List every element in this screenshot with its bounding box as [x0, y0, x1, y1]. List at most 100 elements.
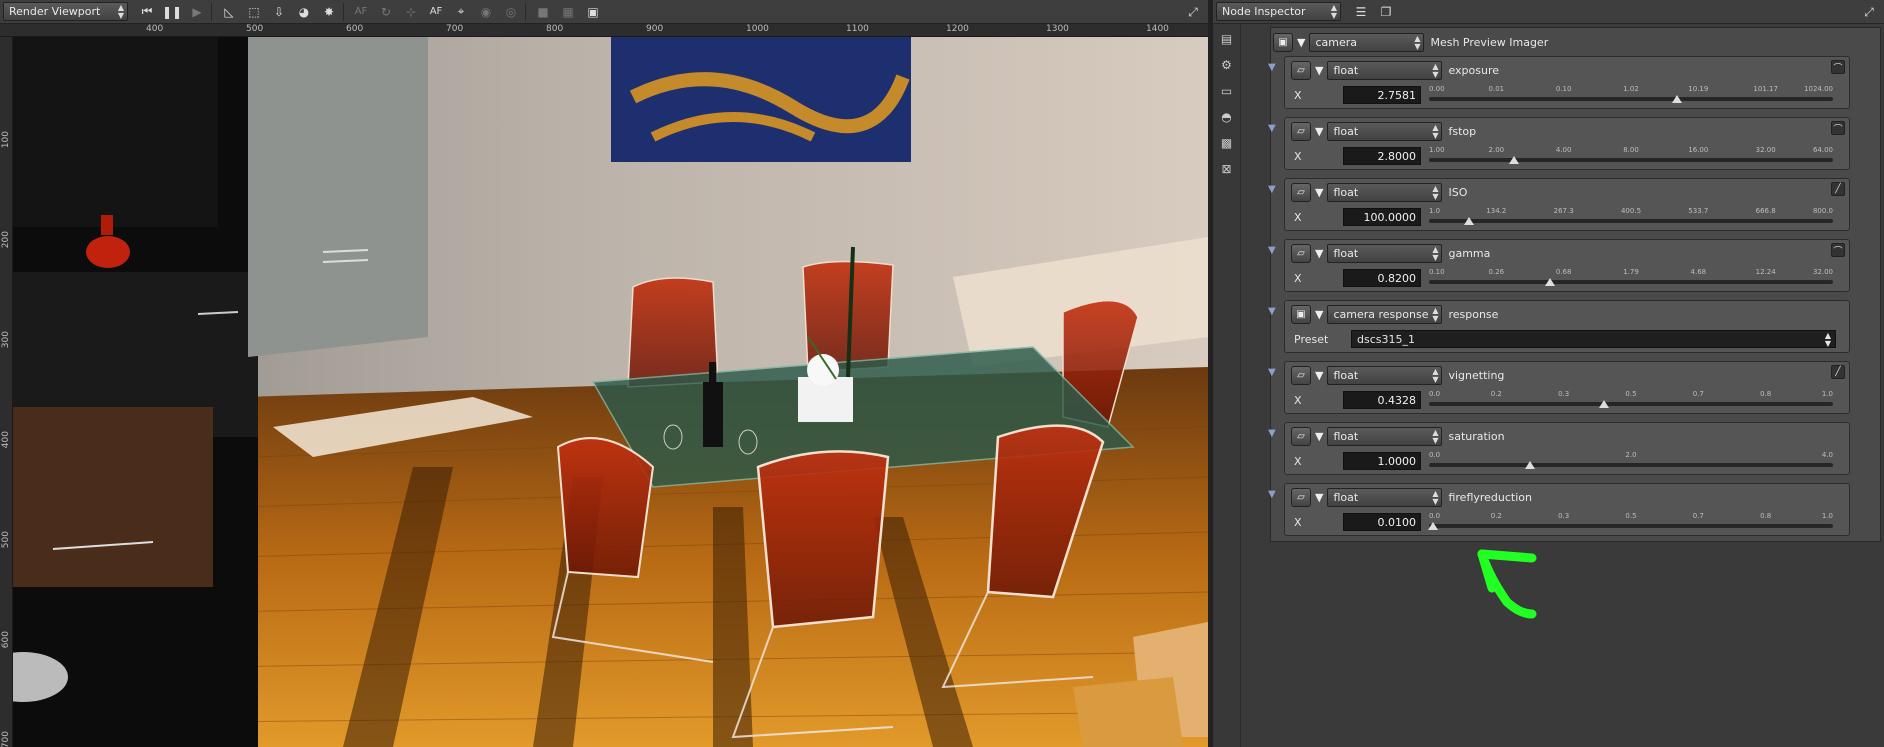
curve-mode-icon[interactable]: ⌒: [1831, 243, 1845, 257]
image-node-icon[interactable]: ▣: [1273, 32, 1293, 52]
inspector-select[interactable]: Node Inspector ▲ ▼: [1216, 2, 1341, 21]
slider-track[interactable]: [1429, 158, 1833, 162]
restart-render-icon[interactable]: ⏮: [136, 2, 158, 22]
background-gray-icon[interactable]: ■: [532, 2, 554, 22]
camera-icon[interactable]: ⌖: [450, 2, 472, 22]
float-node-icon[interactable]: ▱: [1291, 183, 1311, 202]
collapse-all-icon[interactable]: ☰: [1350, 2, 1372, 22]
node-pick-icon[interactable]: ⊹: [400, 2, 422, 22]
float-node-icon[interactable]: ▱: [1291, 427, 1311, 446]
slider-track[interactable]: [1429, 97, 1833, 101]
node-type-select[interactable]: float ▲ ▼: [1327, 488, 1443, 507]
viewport-select[interactable]: Render Viewport ▲ ▼: [3, 2, 128, 21]
image-node-icon[interactable]: ▣: [1291, 305, 1311, 324]
slider-track[interactable]: [1429, 463, 1833, 467]
value-slider[interactable]: 0.10 0.26 0.68 1.79 4.68 12.24 32.00: [1429, 268, 1833, 288]
float-node-icon[interactable]: ▱: [1291, 488, 1311, 507]
fullscreen-icon[interactable]: ⤢: [1858, 2, 1880, 22]
expand-node-arrow-icon[interactable]: ▼: [1268, 184, 1276, 195]
value-field[interactable]: [1343, 391, 1421, 409]
auto-focus-dim-button[interactable]: AF: [350, 2, 372, 22]
expand-node-arrow-icon[interactable]: ▼: [1268, 428, 1276, 439]
root-pin-select[interactable]: camera ▲ ▼: [1309, 32, 1425, 52]
slider-track[interactable]: [1429, 219, 1833, 223]
value-field[interactable]: [1343, 269, 1421, 287]
environment-icon[interactable]: ▭: [1218, 82, 1236, 100]
expand-node-arrow-icon[interactable]: ▼: [1268, 245, 1276, 256]
expand-node-arrow-icon[interactable]: ▼: [1268, 306, 1276, 317]
expand-triangle-icon[interactable]: ▼: [1315, 186, 1323, 199]
expand-node-arrow-icon[interactable]: ▼: [1268, 62, 1276, 73]
float-node-icon[interactable]: ▱: [1291, 244, 1311, 263]
value-field[interactable]: [1343, 147, 1421, 165]
float-node-icon[interactable]: ▱: [1291, 61, 1311, 80]
camera-settings-icon[interactable]: ⚙: [1218, 56, 1236, 74]
render-image[interactable]: [13, 37, 1208, 747]
slider-track[interactable]: [1429, 280, 1833, 284]
node-type-select[interactable]: float ▲ ▼: [1327, 122, 1443, 141]
expand-triangle-icon[interactable]: ▼: [1315, 125, 1323, 138]
checker-icon[interactable]: ▣: [582, 2, 604, 22]
preset-select[interactable]: dscs315_1 ▲ ▼: [1351, 330, 1836, 348]
export-render-icon[interactable]: ⇩: [268, 2, 290, 22]
value-slider[interactable]: 1.00 2.00 4.00 8.00 16.00 32.00 64.00: [1429, 146, 1833, 166]
expand-triangle-icon[interactable]: ▼: [1315, 369, 1323, 382]
slider-track[interactable]: [1429, 402, 1833, 406]
value-slider[interactable]: 0.0 0.2 0.3 0.5 0.7 0.8 1.0: [1428, 512, 1833, 532]
alpha-checker-icon[interactable]: ▦: [557, 2, 579, 22]
play-render-icon[interactable]: ▶: [186, 2, 208, 22]
value-field[interactable]: [1343, 513, 1421, 531]
curve-mode-icon[interactable]: ⌒: [1831, 121, 1845, 135]
value-slider[interactable]: 0.0 0.2 0.3 0.5 0.7 0.8 1.0: [1429, 390, 1833, 410]
expand-triangle-icon[interactable]: ▼: [1315, 308, 1323, 321]
fullscreen-icon[interactable]: ⤢: [1182, 2, 1204, 22]
region-render-icon[interactable]: ⬚: [243, 2, 265, 22]
node-type-select[interactable]: float ▲ ▼: [1327, 427, 1443, 446]
slider-knob[interactable]: [1598, 400, 1609, 408]
expand-all-icon[interactable]: ❐: [1375, 2, 1397, 22]
node-type-select[interactable]: float ▲ ▼: [1327, 244, 1443, 263]
expand-triangle-icon[interactable]: ▼: [1297, 36, 1305, 49]
refresh-icon[interactable]: ↻: [375, 2, 397, 22]
slider-knob[interactable]: [1672, 95, 1683, 103]
expand-triangle-icon[interactable]: ▼: [1315, 430, 1323, 443]
expand-triangle-icon[interactable]: ▼: [1315, 64, 1323, 77]
node-type-select[interactable]: float ▲ ▼: [1327, 61, 1443, 80]
value-slider[interactable]: 0.00 0.01 0.10 1.02 10.19 101.17 1024.00: [1429, 85, 1833, 105]
node-type-select[interactable]: camera response ▲ ▼: [1327, 305, 1443, 324]
expand-triangle-icon[interactable]: ▼: [1315, 247, 1323, 260]
float-node-icon[interactable]: ▱: [1291, 122, 1311, 141]
subsampling-icon[interactable]: ◎: [500, 2, 522, 22]
value-field[interactable]: [1343, 452, 1421, 470]
slider-knob[interactable]: [1525, 461, 1535, 469]
set-focus-icon[interactable]: ◺: [218, 2, 240, 22]
value-slider[interactable]: 1.0 134.2 267.3 400.5 533.7 666.8 800.0: [1429, 207, 1833, 227]
imager-icon[interactable]: ▩: [1218, 134, 1236, 152]
clay-render-icon[interactable]: ◉: [475, 2, 497, 22]
float-node-icon[interactable]: ▱: [1291, 366, 1311, 385]
node-type-select[interactable]: float ▲ ▼: [1327, 183, 1443, 202]
auto-focus-button[interactable]: AF: [425, 2, 447, 22]
expand-triangle-icon[interactable]: ▼: [1315, 491, 1323, 504]
expand-node-arrow-icon[interactable]: ▼: [1268, 123, 1276, 134]
postprocess-icon[interactable]: ⊠: [1218, 160, 1236, 178]
expand-node-arrow-icon[interactable]: ▼: [1268, 489, 1276, 500]
light-picker-icon[interactable]: ✸: [318, 2, 340, 22]
curve-mode-icon[interactable]: ⌒: [1831, 60, 1845, 74]
kernel-icon[interactable]: ◓: [1218, 108, 1236, 126]
slider-knob[interactable]: [1464, 217, 1475, 225]
slider-knob[interactable]: [1545, 278, 1556, 286]
slider-track[interactable]: [1429, 524, 1833, 528]
value-field[interactable]: [1343, 86, 1421, 104]
curve-mode-icon[interactable]: ╱: [1831, 182, 1845, 196]
slider-knob[interactable]: [1428, 522, 1439, 530]
curve-mode-icon[interactable]: ╱: [1831, 365, 1845, 379]
render-target-icon[interactable]: ▤: [1218, 30, 1236, 48]
value-slider[interactable]: 0.0 2.0 4.0: [1429, 451, 1833, 471]
node-type-select[interactable]: float ▲ ▼: [1327, 366, 1443, 385]
pause-render-icon[interactable]: ❚❚: [161, 2, 183, 22]
material-picker-icon[interactable]: ◕: [293, 2, 315, 22]
slider-knob[interactable]: [1508, 156, 1519, 164]
value-field[interactable]: [1343, 208, 1421, 226]
expand-node-arrow-icon[interactable]: ▼: [1268, 367, 1276, 378]
